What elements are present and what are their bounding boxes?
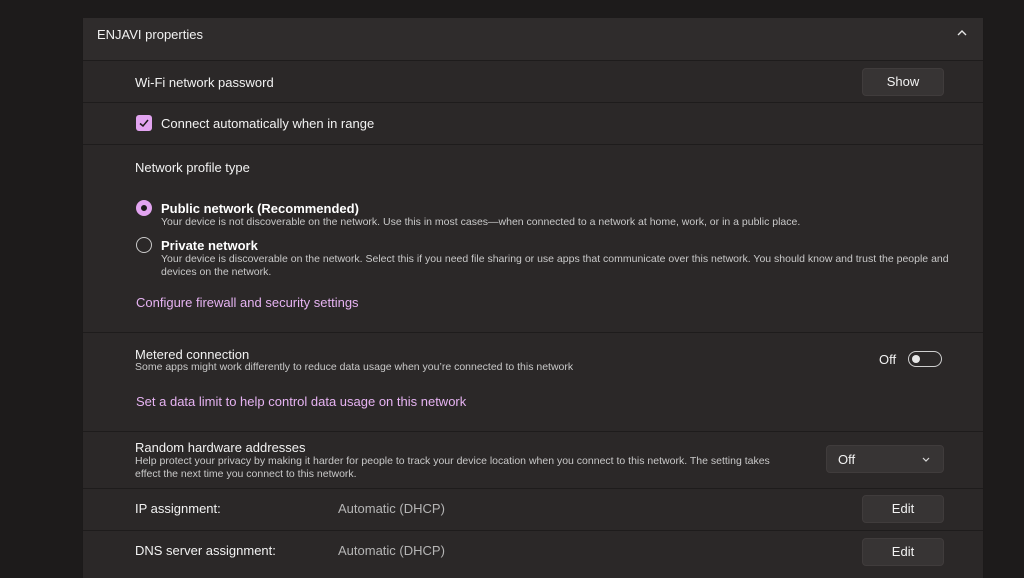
network-profile-heading: Network profile type	[135, 160, 250, 175]
metered-connection-description: Some apps might work differently to redu…	[135, 361, 574, 373]
random-hardware-row: Random hardware addresses Help protect y…	[83, 432, 983, 489]
data-limit-link[interactable]: Set a data limit to help control data us…	[136, 394, 466, 409]
private-network-radio[interactable]	[136, 237, 152, 253]
auto-connect-checkbox[interactable]	[136, 115, 152, 131]
public-network-description: Your device is not discoverable on the n…	[161, 216, 801, 228]
random-hardware-selected: Off	[838, 452, 856, 467]
random-hardware-description: Help protect your privacy by making it h…	[135, 455, 770, 480]
checkmark-icon	[139, 119, 149, 128]
public-network-label[interactable]: Public network (Recommended)	[161, 201, 359, 216]
chevron-down-icon	[922, 457, 930, 462]
dns-assignment-row: DNS server assignment: Automatic (DHCP) …	[83, 531, 983, 578]
section-header[interactable]: ENJAVI properties	[83, 18, 983, 61]
show-password-button[interactable]: Show	[862, 68, 944, 96]
chevron-up-icon[interactable]	[955, 26, 969, 40]
network-properties-panel: ENJAVI properties Wi-Fi network password…	[82, 18, 984, 578]
random-hardware-dropdown[interactable]: Off	[826, 445, 944, 473]
wifi-password-row: Wi-Fi network password Show	[83, 61, 983, 103]
auto-connect-row: Connect automatically when in range	[83, 103, 983, 145]
wifi-password-label: Wi-Fi network password	[135, 75, 274, 90]
private-network-label[interactable]: Private network	[161, 238, 258, 253]
network-profile-row: Network profile type Public network (Rec…	[83, 145, 983, 333]
auto-connect-label: Connect automatically when in range	[161, 116, 375, 131]
ip-assignment-label: IP assignment:	[135, 501, 221, 516]
random-hardware-label: Random hardware addresses	[135, 440, 306, 455]
firewall-settings-link[interactable]: Configure firewall and security settings	[136, 295, 359, 310]
public-network-radio[interactable]	[136, 200, 152, 216]
ip-assignment-value: Automatic (DHCP)	[338, 501, 445, 516]
metered-connection-label: Metered connection	[135, 347, 250, 362]
dns-assignment-label: DNS server assignment:	[135, 543, 276, 558]
ip-assignment-row: IP assignment: Automatic (DHCP) Edit	[83, 489, 983, 531]
toggle-knob	[912, 355, 920, 363]
dns-edit-button[interactable]: Edit	[862, 538, 944, 566]
private-network-description: Your device is discoverable on the netwo…	[161, 253, 949, 278]
dns-assignment-value: Automatic (DHCP)	[338, 543, 445, 558]
section-title: ENJAVI properties	[97, 27, 203, 42]
ip-edit-button[interactable]: Edit	[862, 495, 944, 523]
metered-toggle-state: Off	[879, 352, 897, 367]
metered-connection-toggle[interactable]	[908, 351, 942, 367]
metered-connection-row: Metered connection Some apps might work …	[83, 333, 983, 432]
